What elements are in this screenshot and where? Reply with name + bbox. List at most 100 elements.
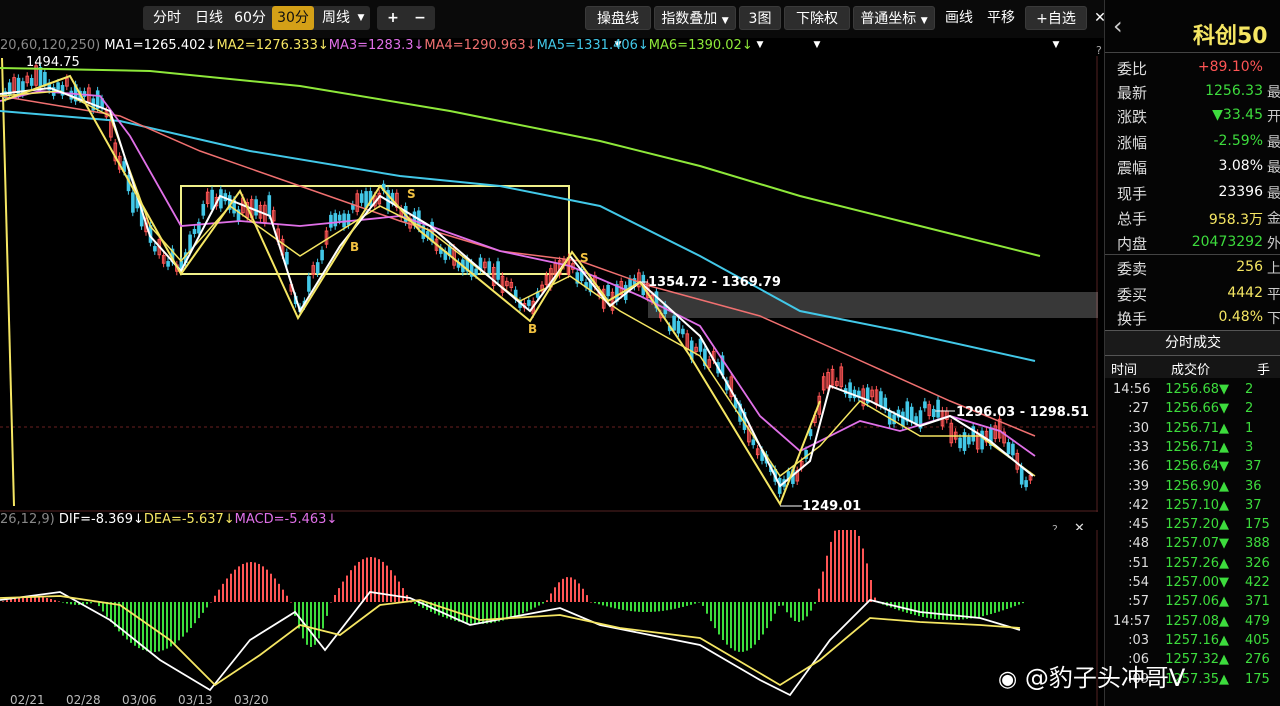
macd-bar bbox=[814, 602, 816, 604]
x-axis-date-label: 02/21 bbox=[10, 693, 45, 706]
candlestick-chart[interactable]: 1494.75 1354.72 - 1369.79 1296.03 - 1298… bbox=[0, 56, 1098, 512]
macd-bar bbox=[158, 602, 160, 652]
macd-bar bbox=[758, 602, 760, 641]
quote-row-extra: 金 bbox=[1267, 211, 1280, 227]
tick-price: 1257.26▲ bbox=[1165, 555, 1229, 571]
low-price-label: 1249.01 bbox=[802, 499, 861, 512]
macd-bar bbox=[1014, 602, 1016, 607]
candle-body bbox=[967, 436, 971, 445]
macd-bar bbox=[686, 602, 688, 606]
quote-row-value: 20473292 bbox=[1191, 234, 1263, 250]
quote-row-value: 23396 bbox=[1218, 184, 1263, 200]
ex-rights-button[interactable]: 下除权 ▼ bbox=[784, 6, 850, 50]
macd-bar bbox=[522, 602, 524, 614]
zoom-in-button[interactable]: + bbox=[381, 6, 405, 30]
tick-price: 1257.10▲ bbox=[1165, 497, 1229, 513]
macd-bar bbox=[326, 602, 328, 616]
macd-bar bbox=[802, 602, 804, 621]
macd-bar bbox=[1010, 602, 1012, 608]
watchlist-button[interactable]: +自选 ▼ bbox=[1025, 6, 1087, 50]
quote-row-extra: 最 bbox=[1267, 85, 1280, 101]
pan-button[interactable]: 平移 bbox=[982, 6, 1020, 30]
period-button-30min[interactable]: 30分 bbox=[272, 6, 314, 30]
macd-bar bbox=[442, 602, 444, 617]
candle-body bbox=[1006, 442, 1011, 455]
macd-bar bbox=[378, 559, 380, 602]
candle-body bbox=[1024, 480, 1028, 488]
macd-bar bbox=[254, 562, 256, 602]
macd-bar bbox=[222, 583, 224, 602]
macd-bar bbox=[178, 602, 180, 641]
macd-bar bbox=[290, 602, 292, 603]
draw-line-button[interactable]: 画线 bbox=[940, 6, 978, 30]
ticks-header-time: 时间 bbox=[1111, 363, 1138, 378]
macd-bar bbox=[934, 602, 936, 619]
period-button-daily[interactable]: 日线 bbox=[190, 6, 228, 30]
candle-body bbox=[337, 214, 342, 221]
coordinate-button[interactable]: 普通坐标 ▼ bbox=[853, 6, 935, 30]
candle-body bbox=[980, 430, 984, 450]
ticks-header: 时间 成交价 手 bbox=[1105, 356, 1280, 378]
quote-row: 换手 0.48% 下 bbox=[1105, 306, 1280, 331]
zoom-out-button[interactable]: − bbox=[408, 6, 432, 30]
quote-row-extra: 平 bbox=[1267, 287, 1280, 303]
macd-bar bbox=[838, 530, 840, 602]
buy-signal-marker: B bbox=[350, 240, 359, 254]
macd-bar bbox=[278, 583, 280, 602]
macd-bar bbox=[462, 602, 464, 623]
weekly-dropdown-icon[interactable]: ▼ bbox=[354, 6, 368, 30]
macd-bar bbox=[434, 602, 436, 614]
macd-bar bbox=[930, 602, 932, 619]
macd-bar bbox=[782, 602, 784, 606]
macd-bar bbox=[714, 602, 716, 629]
tick-volume: 175 bbox=[1245, 671, 1270, 687]
macd-bar bbox=[946, 602, 948, 620]
three-charts-button[interactable]: 3图 ▼ bbox=[739, 6, 781, 50]
period-button-weekly[interactable]: 周线 bbox=[316, 6, 356, 30]
quote-row: 委卖 256 上 bbox=[1105, 254, 1280, 281]
candle-body bbox=[201, 204, 206, 216]
quote-row-label: 换手 bbox=[1117, 310, 1148, 328]
macd-bar bbox=[510, 602, 512, 619]
macd-bar bbox=[370, 557, 372, 602]
index-overlay-label: 指数叠加 bbox=[661, 11, 718, 27]
chevron-down-icon: ▼ bbox=[721, 16, 729, 26]
back-icon[interactable]: ‹ bbox=[1113, 12, 1123, 40]
x-axis-date-label: 03/06 bbox=[122, 693, 157, 706]
macd-bar bbox=[234, 569, 236, 602]
candle-body bbox=[254, 199, 258, 216]
macd-bar bbox=[674, 602, 676, 609]
macd-bar bbox=[90, 602, 92, 604]
tick-row: 14:57 1257.08▲ 479 bbox=[1105, 614, 1280, 632]
chevron-down-icon: ▼ bbox=[920, 16, 928, 26]
tick-time: :57 bbox=[1128, 594, 1149, 610]
macd-chart[interactable]: 02/21 02/28 03/06 03/13 03/20 bbox=[0, 530, 1098, 706]
quote-row-extra: 最 bbox=[1267, 135, 1280, 151]
period-button-intraday[interactable]: 分时 bbox=[145, 6, 189, 30]
macd-bar bbox=[242, 563, 244, 602]
candle-body bbox=[606, 285, 610, 297]
index-overlay-button[interactable]: 指数叠加 ▼ bbox=[654, 6, 736, 30]
macd-bar bbox=[862, 548, 864, 602]
period-button-60min[interactable]: 60分 bbox=[229, 6, 271, 30]
macd-bar bbox=[906, 602, 908, 613]
strategy-line-button[interactable]: 操盘线 ▼ bbox=[585, 6, 651, 50]
tick-price: 1256.71▲ bbox=[1165, 420, 1229, 436]
quote-row: 最新 1256.33 最 bbox=[1105, 80, 1280, 105]
macd-bar bbox=[646, 602, 648, 612]
sell-signal-marker: S bbox=[407, 187, 416, 201]
macd-bar bbox=[1006, 602, 1008, 609]
macd-bar bbox=[702, 602, 704, 606]
macd-bar bbox=[638, 602, 640, 612]
macd-bar bbox=[562, 578, 564, 602]
tick-price: 1256.90▲ bbox=[1165, 478, 1229, 494]
macd-bar bbox=[578, 583, 580, 602]
macd-bar bbox=[558, 582, 560, 602]
macd-bar bbox=[146, 602, 148, 652]
macd-bar bbox=[786, 602, 788, 613]
candle-body bbox=[698, 338, 703, 352]
macd-bar bbox=[778, 602, 780, 606]
macd-bar bbox=[330, 602, 332, 603]
macd-bar bbox=[246, 562, 248, 602]
macd-bar bbox=[818, 588, 820, 602]
